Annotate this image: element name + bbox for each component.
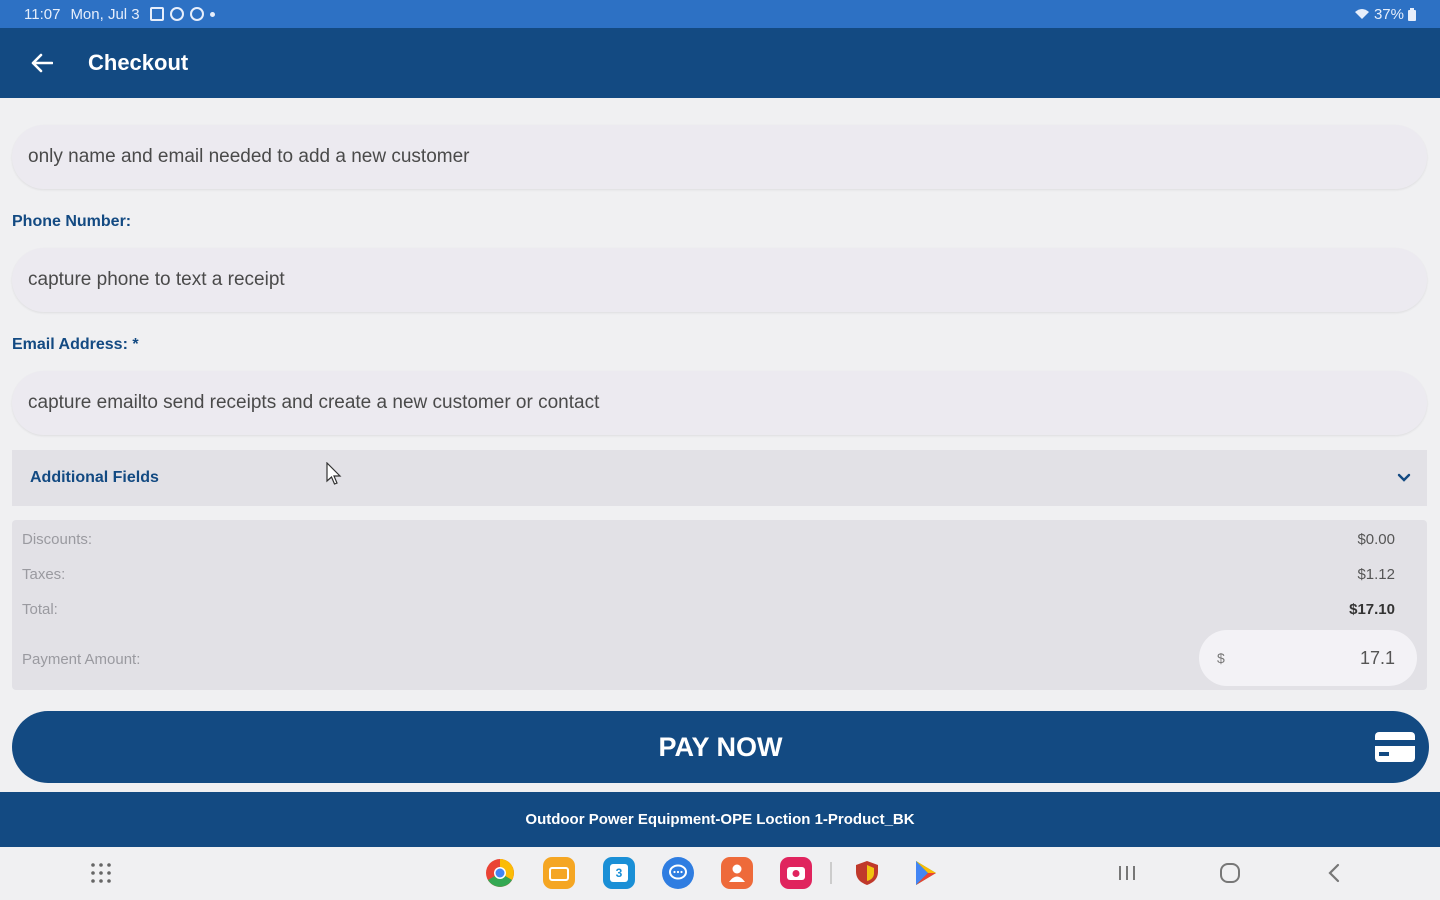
additional-fields-toggle[interactable]: Additional Fields (12, 450, 1427, 506)
total-label: Total: (22, 601, 58, 618)
payment-amount-value: 17.1 (1359, 647, 1395, 668)
phone-placeholder: capture phone to text a receipt (28, 269, 285, 290)
system-nav-bar: 3 (0, 847, 1440, 900)
chrome-icon (486, 859, 514, 887)
phone-input[interactable]: capture phone to text a receipt (12, 248, 1427, 312)
email-input[interactable]: capture emailto send receipts and create… (12, 371, 1427, 435)
phone-label: Phone Number: (12, 213, 132, 230)
order-summary: Discounts: $0.00 Taxes: $1.12 Total: $17… (12, 520, 1427, 690)
grid-icon (91, 863, 111, 883)
payment-amount-label: Payment Amount: (22, 651, 141, 668)
credit-card-icon (1375, 732, 1415, 762)
location-text: Outdoor Power Equipment-OPE Loction 1-Pr… (525, 811, 915, 828)
arrow-left-icon (31, 53, 53, 73)
battery-icon (1408, 7, 1416, 21)
email-label: Email Address: * (12, 336, 139, 353)
contacts-app-button[interactable] (721, 857, 753, 889)
dock-separator (830, 862, 832, 884)
customer-name-placeholder: only name and email needed to add a new … (28, 146, 470, 167)
settings-icon (189, 7, 204, 21)
gallery-icon (149, 7, 164, 21)
currency-symbol: $ (1217, 650, 1225, 666)
recent-apps-button[interactable] (1111, 857, 1143, 889)
taxes-row: Taxes: $1.12 (22, 566, 1395, 583)
discounts-label: Discounts: (22, 531, 93, 548)
discounts-row: Discounts: $0.00 (22, 531, 1395, 548)
discounts-value: $0.00 (1357, 531, 1395, 548)
screen-recorder-app-button[interactable] (780, 857, 812, 889)
notification-dot-icon (209, 11, 215, 17)
back-button[interactable] (26, 47, 58, 79)
folder-icon (543, 857, 575, 889)
calendar-icon: 3 (603, 857, 635, 889)
page-title: Checkout (88, 50, 189, 75)
customer-name-input[interactable]: only name and email needed to add a new … (12, 125, 1427, 189)
mouse-cursor-icon (326, 462, 342, 485)
payment-amount-input[interactable]: $ 17.1 (1199, 630, 1417, 686)
chevron-left-icon (1328, 863, 1340, 883)
shield-icon (856, 861, 878, 885)
files-app-button[interactable] (543, 857, 575, 889)
location-footer: Outdoor Power Equipment-OPE Loction 1-Pr… (0, 792, 1440, 847)
person-icon (721, 857, 753, 889)
customer-name-label: Customer Name: * (12, 93, 143, 102)
additional-fields-label: Additional Fields (30, 469, 159, 486)
calendar-app-button[interactable]: 3 (603, 857, 635, 889)
sync-icon (169, 7, 184, 21)
system-back-button[interactable] (1318, 857, 1350, 889)
total-row: Total: $17.10 (22, 601, 1395, 618)
pay-now-button[interactable]: PAY NOW (12, 711, 1429, 783)
email-placeholder: capture emailto send receipts and create… (28, 392, 600, 413)
play-store-app-button[interactable] (910, 857, 942, 889)
payment-amount-row: Payment Amount: (22, 651, 140, 668)
home-button[interactable] (1214, 857, 1246, 889)
app-bar: Checkout (0, 28, 1440, 98)
status-date: Mon, Jul 3 (70, 5, 140, 23)
status-time: 11:07 (24, 5, 61, 23)
status-bar: 11:07 Mon, Jul 3 37% (0, 0, 1440, 28)
taxes-value: $1.12 (1357, 566, 1395, 583)
taxes-label: Taxes: (22, 566, 66, 583)
app-drawer-button[interactable] (85, 857, 117, 889)
wifi-icon (1354, 9, 1369, 19)
camera-icon (780, 857, 812, 889)
recents-icon (1119, 866, 1135, 880)
pay-now-label: PAY NOW (658, 731, 783, 762)
chat-bubble-icon (662, 857, 694, 889)
security-app-button[interactable] (851, 857, 883, 889)
chevron-down-icon (1397, 473, 1411, 482)
chrome-app-button[interactable] (484, 857, 516, 889)
total-value: $17.10 (1349, 601, 1395, 618)
messages-app-button[interactable] (662, 857, 694, 889)
home-circle-icon (1220, 863, 1240, 883)
battery-level: 37% (1373, 5, 1404, 23)
play-store-icon (916, 861, 936, 885)
